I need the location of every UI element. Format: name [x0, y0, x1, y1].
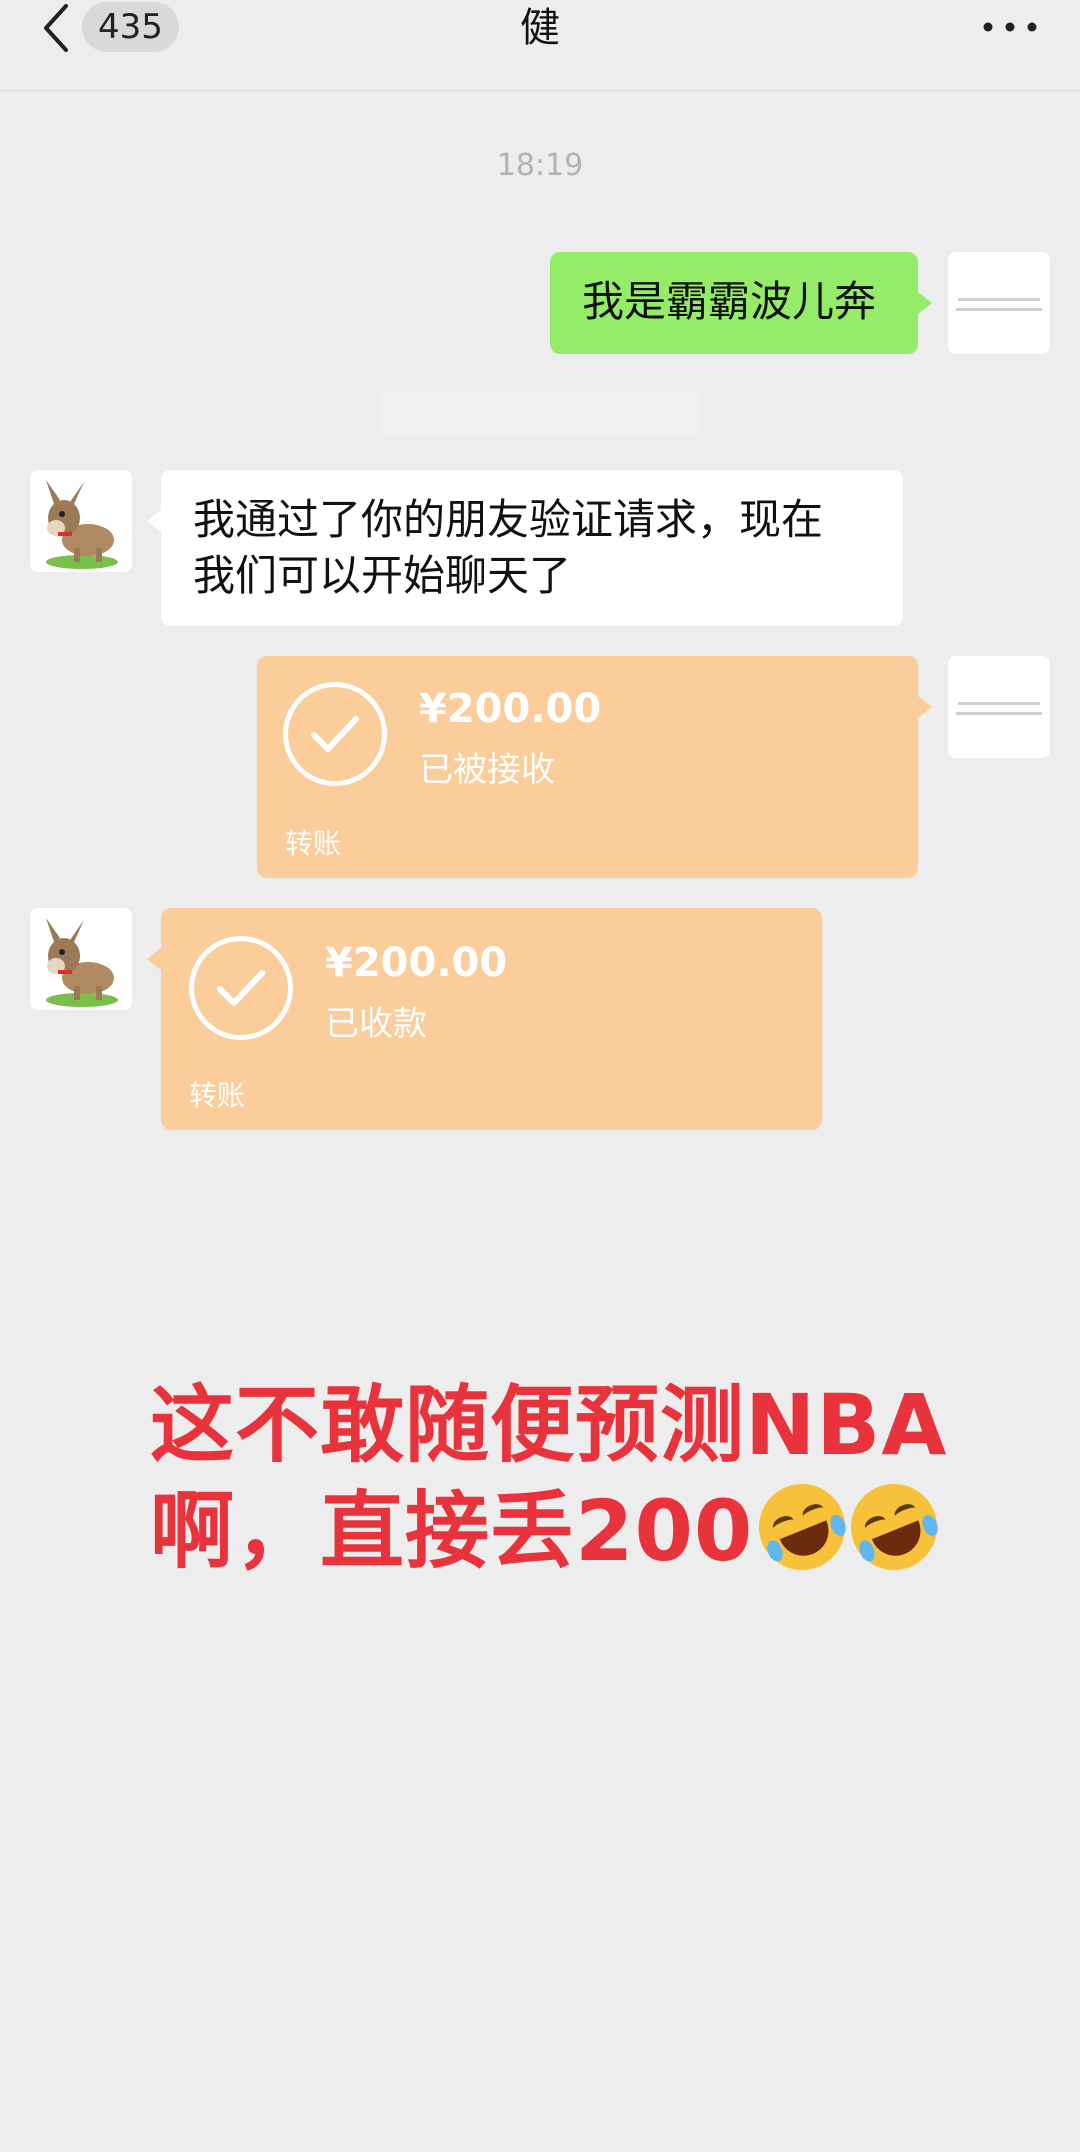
message-text-line-1: 我通过了你的朋友验证请求，现在	[193, 495, 824, 544]
transfer-label: 转账	[285, 827, 342, 860]
more-options-icon[interactable]	[980, 12, 1040, 42]
donkey-avatar-icon	[30, 470, 132, 572]
overlay-caption-line-2-text: 啊，直接丢200	[150, 1482, 754, 1580]
overlay-caption-line-1: 这不敢随便预测NBA	[150, 1376, 948, 1474]
my-avatar-image-icon	[948, 656, 1050, 758]
faint-system-notice	[380, 392, 700, 436]
my-avatar[interactable]	[948, 656, 1050, 758]
rofl-emoji-icon	[746, 1471, 859, 1583]
transfer-label: 转账	[189, 1079, 246, 1112]
transfer-card-received[interactable]: ¥200.00 已收款 转账	[147, 908, 822, 1130]
overlay-caption-line-2: 啊，直接丢200	[150, 1471, 951, 1584]
transfer-status: 已收款	[325, 1004, 427, 1044]
contact-avatar[interactable]	[30, 908, 132, 1010]
contact-avatar[interactable]	[30, 470, 132, 572]
transfer-amount: ¥200.00	[419, 686, 602, 732]
chat-title: 健	[520, 5, 560, 51]
transfer-amount: ¥200.00	[325, 940, 508, 986]
message-timestamp: 18:19	[496, 148, 584, 183]
message-bubble-received[interactable]: 我通过了你的朋友验证请求，现在 我们可以开始聊天了	[147, 470, 903, 626]
message-bubble-sent[interactable]: 我是霸霸波儿奔	[550, 252, 932, 354]
rofl-emoji-icon	[838, 1471, 951, 1583]
overlay-caption: 这不敢随便预测NBA 啊，直接丢200	[150, 1372, 951, 1584]
my-avatar[interactable]	[948, 252, 1050, 354]
transfer-status: 已被接收	[419, 750, 555, 790]
message-text: 我是霸霸波儿奔	[582, 277, 877, 326]
top-bar: 435 健	[0, 0, 1080, 91]
my-avatar-image-icon	[948, 252, 1050, 354]
transfer-check-icon	[283, 682, 387, 786]
donkey-avatar-icon	[30, 908, 132, 1010]
message-text-line-2: 我们可以开始聊天了	[193, 551, 572, 600]
transfer-check-icon	[189, 936, 293, 1040]
transfer-card-sent[interactable]: ¥200.00 已被接收 转账	[257, 656, 932, 878]
